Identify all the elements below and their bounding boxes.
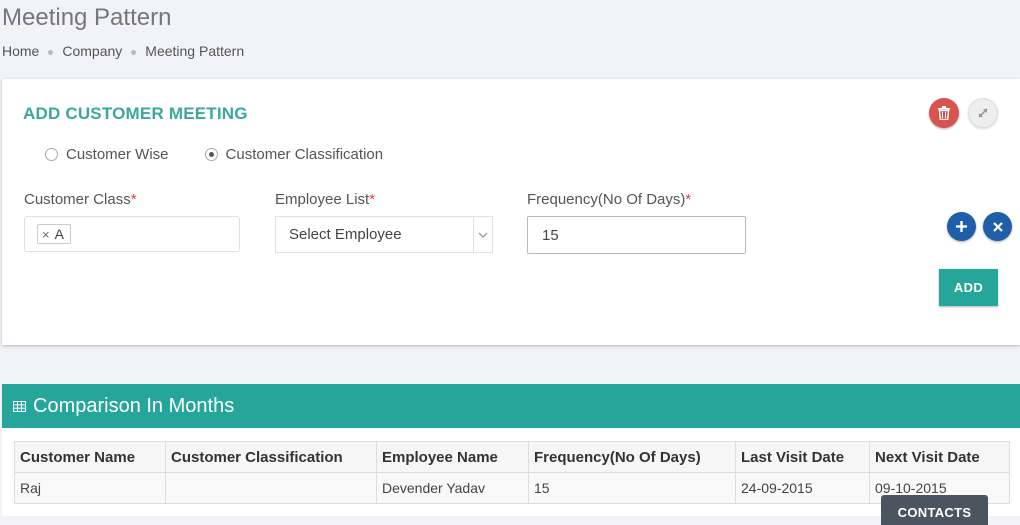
radio-label-customer-wise: Customer Wise bbox=[66, 146, 169, 163]
cell-customer-classification bbox=[165, 472, 377, 504]
select-caret[interactable] bbox=[473, 217, 492, 252]
meetings-table-container: Customer Name Customer Classification Em… bbox=[2, 428, 1020, 516]
radio-customer-wise[interactable]: Customer Wise bbox=[45, 146, 169, 163]
grid-icon bbox=[13, 400, 26, 412]
trash-icon bbox=[938, 106, 950, 120]
breadcrumb-company[interactable]: Company bbox=[62, 43, 122, 59]
add-row-button[interactable] bbox=[947, 212, 976, 241]
customer-class-label: Customer Class* bbox=[24, 191, 137, 208]
col-customer-name[interactable]: Customer Name bbox=[14, 441, 166, 473]
frequency-input[interactable] bbox=[527, 216, 746, 254]
customer-class-label-text: Customer Class bbox=[24, 191, 131, 208]
col-customer-classification[interactable]: Customer Classification bbox=[165, 441, 377, 473]
employee-select[interactable]: Select Employee bbox=[275, 216, 493, 253]
employee-list-label-text: Employee List bbox=[275, 191, 370, 208]
section-title: Comparison In Months bbox=[33, 394, 235, 417]
customer-class-input[interactable]: × A bbox=[24, 216, 240, 252]
add-button[interactable]: ADD bbox=[939, 269, 998, 306]
close-icon bbox=[992, 221, 1003, 232]
contacts-tab[interactable]: CONTACTS bbox=[881, 495, 988, 525]
frequency-label-text: Frequency(No Of Days) bbox=[527, 191, 686, 208]
employee-list-label: Employee List* bbox=[275, 191, 375, 208]
meeting-type-radio-group: Customer Wise Customer Classification bbox=[45, 146, 383, 163]
add-meeting-panel: ADD CUSTOMER MEETING Customer Wise Custo… bbox=[2, 79, 1020, 345]
radio-unchecked[interactable] bbox=[45, 148, 58, 161]
meetings-table: Customer Name Customer Classification Em… bbox=[14, 441, 1010, 504]
cell-customer-name: Raj bbox=[14, 472, 166, 504]
cell-frequency: 15 bbox=[528, 472, 736, 504]
expand-button[interactable] bbox=[968, 98, 998, 128]
col-frequency[interactable]: Frequency(No Of Days) bbox=[528, 441, 736, 473]
radio-checked[interactable] bbox=[204, 148, 218, 161]
tag-remove-icon[interactable]: × bbox=[42, 227, 50, 242]
delete-button[interactable] bbox=[929, 98, 959, 128]
required-mark: * bbox=[130, 191, 137, 208]
remove-row-button[interactable] bbox=[983, 212, 1012, 241]
breadcrumb-separator bbox=[48, 49, 54, 55]
cell-employee-name: Devender Yadav bbox=[376, 472, 529, 504]
panel-title: ADD CUSTOMER MEETING bbox=[23, 104, 248, 123]
breadcrumb-home[interactable]: Home bbox=[2, 43, 39, 59]
radio-label-customer-classification: Customer Classification bbox=[225, 146, 384, 163]
customer-class-tag-label: A bbox=[54, 226, 64, 242]
table-row[interactable]: Raj Devender Yadav 15 24-09-2015 09-10-2… bbox=[14, 472, 1010, 504]
required-mark: * bbox=[685, 191, 692, 208]
customer-class-tag: × A bbox=[37, 224, 71, 244]
col-employee-name[interactable]: Employee Name bbox=[376, 441, 529, 473]
expand-icon bbox=[978, 108, 988, 118]
comparison-section-header: Comparison In Months bbox=[2, 384, 1020, 428]
breadcrumb-current: Meeting Pattern bbox=[145, 43, 245, 59]
table-header-row: Customer Name Customer Classification Em… bbox=[14, 441, 1010, 473]
required-mark: * bbox=[369, 191, 376, 208]
chevron-down-icon bbox=[478, 232, 488, 238]
cell-last-visit-date: 24-09-2015 bbox=[735, 472, 870, 504]
breadcrumb-separator bbox=[131, 49, 137, 55]
frequency-label: Frequency(No Of Days)* bbox=[527, 191, 691, 208]
page-title: Meeting Pattern bbox=[2, 4, 172, 31]
radio-customer-classification[interactable]: Customer Classification bbox=[204, 146, 384, 163]
col-last-visit-date[interactable]: Last Visit Date bbox=[735, 441, 870, 473]
employee-select-value: Select Employee bbox=[289, 226, 402, 243]
col-next-visit-date[interactable]: Next Visit Date bbox=[869, 441, 1010, 473]
plus-icon bbox=[956, 221, 967, 232]
breadcrumb: Home Company Meeting Pattern bbox=[2, 43, 244, 59]
